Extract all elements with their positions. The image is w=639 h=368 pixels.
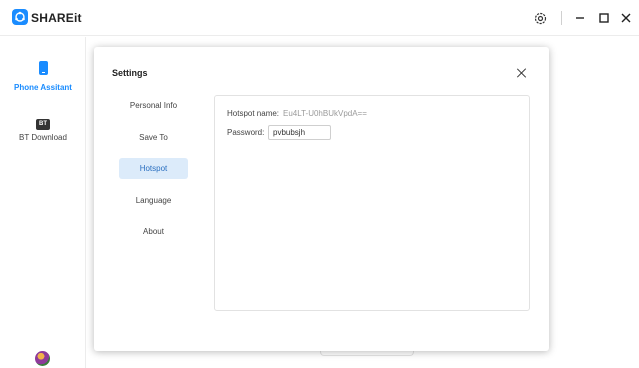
menu-item-hotspot[interactable]: Hotspot: [119, 158, 188, 179]
maximize-button[interactable]: [595, 9, 613, 27]
maximize-icon: [599, 13, 609, 23]
phone-icon: [38, 61, 48, 75]
hotspot-name-label: Hotspot name:: [227, 109, 280, 118]
password-field[interactable]: [268, 125, 331, 140]
title-bar: SHAREit: [0, 0, 639, 36]
hotspot-name-value: Eu4LT-U0hBUkVpdA==: [283, 109, 367, 118]
bt-icon: BT: [36, 119, 50, 130]
sidebar-item-phone-assistant[interactable]: Phone Assitant: [0, 61, 86, 92]
hotspot-settings-panel: Hotspot name: Eu4LT-U0hBUkVpdA== Passwor…: [214, 95, 530, 311]
sidebar: Phone Assitant BT BT Download: [0, 37, 86, 368]
minimize-button[interactable]: [571, 9, 589, 27]
close-icon: [621, 13, 631, 23]
password-label: Password:: [227, 128, 265, 137]
menu-item-language[interactable]: Language: [119, 190, 188, 211]
dialog-title: Settings: [112, 68, 148, 78]
shareit-logo-icon: [12, 9, 28, 25]
titlebar-divider: [561, 11, 562, 25]
settings-dialog: Settings Personal Info Save To Hotspot L…: [94, 47, 549, 351]
window-close-button[interactable]: [617, 9, 635, 27]
avatar[interactable]: [35, 351, 50, 366]
sidebar-item-bt-download[interactable]: BT BT Download: [0, 112, 86, 142]
minimize-icon: [576, 17, 584, 19]
sidebar-item-label: BT Download: [19, 133, 67, 142]
sidebar-item-label: Phone Assitant: [14, 83, 72, 92]
app-title: SHAREit: [31, 11, 82, 25]
dialog-close-icon[interactable]: [515, 66, 529, 80]
menu-item-personal-info[interactable]: Personal Info: [119, 95, 188, 116]
menu-item-about[interactable]: About: [119, 221, 188, 242]
menu-item-save-to[interactable]: Save To: [119, 127, 188, 148]
gear-icon[interactable]: [531, 9, 549, 27]
